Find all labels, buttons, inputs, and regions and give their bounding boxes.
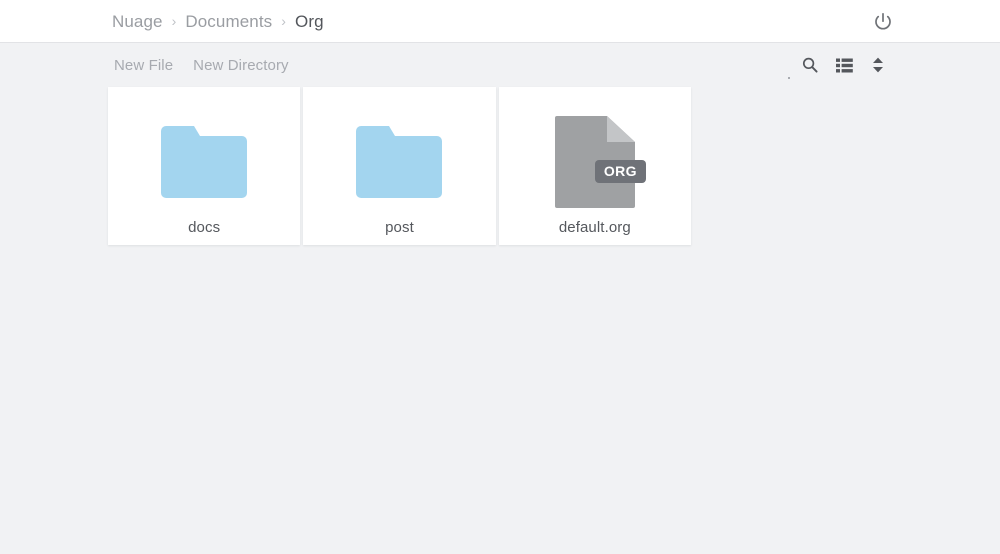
file-icon: ORG: [554, 116, 646, 208]
file-card-docs[interactable]: docs: [108, 87, 301, 245]
file-name-label: default.org: [558, 219, 631, 236]
breadcrumb-separator-icon: ›: [281, 13, 287, 29]
file-grid: docs post ORG default.org: [108, 87, 691, 245]
search-icon: [801, 56, 819, 74]
toolbar-actions: New File New Directory: [114, 57, 289, 74]
cursor-dot: [788, 77, 790, 79]
file-name-label: docs: [188, 219, 221, 236]
app-header: Nuage › Documents › Org: [0, 0, 1000, 43]
file-card-post[interactable]: post: [303, 87, 496, 245]
file-thumbnail: [303, 119, 495, 205]
breadcrumb-item-documents[interactable]: Documents: [185, 13, 272, 30]
file-toolbar: New File New Directory: [0, 43, 1000, 87]
file-thumbnail: ORG: [499, 116, 691, 208]
logout-button[interactable]: [870, 9, 896, 35]
new-directory-button[interactable]: New Directory: [193, 57, 288, 74]
folder-icon: [161, 126, 248, 198]
file-extension-badge: ORG: [594, 160, 646, 183]
file-card-default-org[interactable]: ORG default.org: [498, 87, 691, 245]
folder-icon: [356, 126, 443, 198]
sort-button[interactable]: [868, 55, 888, 75]
file-thumbnail: [108, 119, 300, 205]
power-icon: [873, 12, 893, 32]
new-file-button[interactable]: New File: [114, 57, 173, 74]
list-view-icon: [835, 58, 853, 73]
search-button[interactable]: [800, 55, 820, 75]
breadcrumb-item-nuage[interactable]: Nuage: [112, 13, 163, 30]
file-name-label: post: [385, 219, 414, 236]
breadcrumb-separator-icon: ›: [171, 13, 177, 29]
breadcrumb-item-org[interactable]: Org: [295, 13, 324, 30]
list-view-button[interactable]: [834, 55, 854, 75]
breadcrumb: Nuage › Documents › Org: [112, 13, 324, 30]
sort-icon: [872, 57, 884, 73]
toolbar-view-controls: [788, 43, 888, 87]
